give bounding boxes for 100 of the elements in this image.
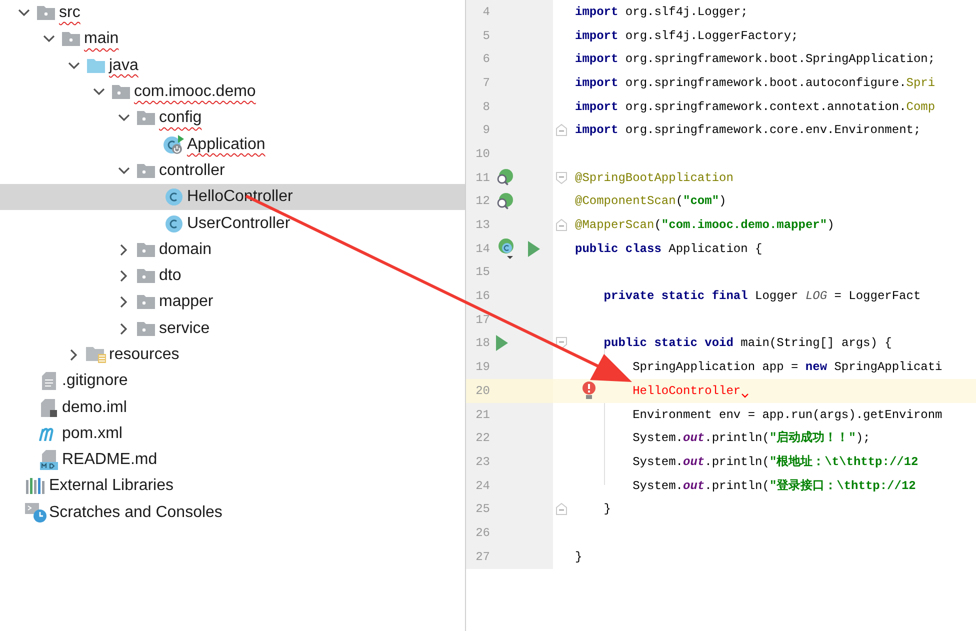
- line-number: 10: [474, 146, 490, 163]
- line-number: 9: [482, 122, 490, 140]
- line-number: 23: [474, 454, 490, 471]
- line-number: 25: [474, 501, 490, 518]
- folder-icon: [137, 242, 155, 257]
- error-bulb-icon[interactable]: [582, 380, 596, 401]
- line-number: 11: [474, 170, 490, 187]
- spring-class-icon: [163, 134, 185, 155]
- chevron-right-icon[interactable]: [120, 270, 128, 282]
- code-line: Environment env = app.run(args).getEnvironm: [632, 406, 942, 424]
- scratches-icon: [25, 502, 47, 523]
- chevron-right-icon[interactable]: [70, 349, 78, 361]
- fold-marker-icon[interactable]: [556, 219, 566, 232]
- chevron-down-icon[interactable]: [118, 114, 130, 122]
- code-line: System.out.println("登录接口：\thttp://12: [632, 478, 916, 495]
- code-line: @SpringBootApplication: [575, 170, 734, 187]
- folder-icon: [62, 32, 80, 46]
- tree-item-label[interactable]: README.md: [62, 448, 158, 472]
- tree-item-label[interactable]: UserController: [187, 212, 290, 236]
- folder-icon: [137, 322, 155, 336]
- code-line: public class Application {: [575, 240, 762, 258]
- run-icon[interactable]: [528, 240, 540, 257]
- line-number: 15: [474, 264, 490, 282]
- tree-item-label[interactable]: External Libraries: [49, 474, 174, 498]
- run-icon[interactable]: [496, 335, 508, 352]
- chevron-right-icon[interactable]: [120, 322, 128, 335]
- tree-item-label[interactable]: domain: [159, 238, 212, 262]
- code-line: SpringApplication app = new SpringApplicati: [632, 359, 942, 376]
- line-number: 22: [474, 430, 490, 448]
- code-line: System.out.println("启动成功！！");: [632, 430, 870, 448]
- tree-item-label[interactable]: Scratches and Consoles: [49, 500, 222, 525]
- code-line: import org.springframework.context.annotation.Comp: [575, 98, 936, 116]
- tree-item-label[interactable]: Application: [187, 132, 266, 157]
- tree-item-label[interactable]: src: [59, 1, 80, 26]
- chevron-down-icon[interactable]: [68, 62, 80, 70]
- code-line: import org.springframework.boot.autoconfigure.Spri: [575, 74, 936, 92]
- code-line: }: [575, 548, 582, 566]
- line-number: 4: [482, 4, 490, 21]
- code-line: import org.slf4j.Logger;: [575, 4, 748, 21]
- fold-marker-icon[interactable]: [556, 124, 566, 136]
- class-icon: [165, 188, 183, 206]
- tree-item-label[interactable]: dto: [159, 264, 182, 288]
- tree-item-label[interactable]: java: [109, 54, 138, 78]
- chevron-down-icon[interactable]: [18, 9, 30, 18]
- tree-item-label[interactable]: demo.iml: [62, 396, 127, 420]
- line-number: 12: [474, 193, 490, 210]
- fold-marker-icon[interactable]: [556, 172, 566, 184]
- tree-item-label[interactable]: HelloController: [187, 185, 293, 210]
- line-number: 20: [474, 382, 490, 400]
- text-file-icon: [42, 372, 56, 390]
- tree-item-label[interactable]: resources: [109, 343, 180, 367]
- folder-icon: [137, 111, 155, 126]
- fold-marker-icon[interactable]: [556, 503, 566, 516]
- folder-icon: [112, 85, 130, 100]
- markdown-file-icon: [40, 450, 58, 470]
- line-number: 14: [474, 240, 490, 258]
- folder-icon: [87, 58, 105, 73]
- chevron-down-icon[interactable]: [43, 35, 55, 44]
- folder-icon: [137, 295, 155, 310]
- line-number: 18: [474, 335, 490, 352]
- error-mark-icon: [740, 393, 749, 398]
- line-number: 7: [482, 74, 490, 92]
- tree-item-label[interactable]: .gitignore: [62, 369, 128, 394]
- line-number: 21: [474, 406, 490, 424]
- tree-item-label[interactable]: service: [159, 316, 210, 341]
- folder-icon: [37, 6, 55, 20]
- code-line: import org.springframework.boot.SpringApplication;: [575, 51, 936, 68]
- code-line: }: [604, 501, 611, 518]
- file-icon: [41, 398, 57, 417]
- code-line: import org.springframework.core.env.Environment;: [575, 122, 921, 140]
- line-number: 5: [482, 28, 490, 45]
- tree-item-label[interactable]: pom.xml: [62, 422, 122, 446]
- tree-item-label[interactable]: config: [159, 106, 202, 130]
- resources-folder-icon: [86, 347, 106, 363]
- tree-item-label[interactable]: com.imooc.demo: [134, 80, 256, 104]
- tree-item-label[interactable]: main: [84, 27, 119, 52]
- code-line: @MapperScan("com.imooc.demo.mapper"): [575, 217, 834, 234]
- bean-icon[interactable]: [496, 192, 514, 210]
- code-line: private static final Logger LOG = LoggerFact: [604, 288, 921, 306]
- tree-item-label[interactable]: controller: [159, 158, 225, 183]
- class-icon: [165, 214, 183, 233]
- line-number: 8: [482, 98, 490, 116]
- selected-row[interactable]: HelloController: [0, 184, 465, 210]
- chevron-right-icon[interactable]: [120, 244, 128, 256]
- line-number: 17: [474, 312, 490, 329]
- code-line: public static void main(String[] args) {: [604, 335, 892, 352]
- line-number: 26: [474, 524, 490, 542]
- line-number: 16: [474, 288, 490, 306]
- bean-icon[interactable]: [496, 169, 514, 186]
- chevron-down-icon[interactable]: [118, 166, 130, 175]
- line-number: 19: [474, 359, 490, 376]
- code-line: System.out.println("根地址：\t\thttp://12: [632, 454, 918, 471]
- line-number: 6: [482, 51, 490, 68]
- tree-item-label[interactable]: mapper: [159, 290, 214, 314]
- chevron-right-icon[interactable]: [120, 296, 128, 308]
- chevron-down-icon[interactable]: [93, 88, 105, 96]
- folder-icon: [137, 269, 155, 284]
- code-line: @ComponentScan("com"): [575, 193, 726, 210]
- code-line: import org.slf4j.LoggerFactory;: [575, 28, 798, 45]
- line-number: 24: [474, 478, 490, 495]
